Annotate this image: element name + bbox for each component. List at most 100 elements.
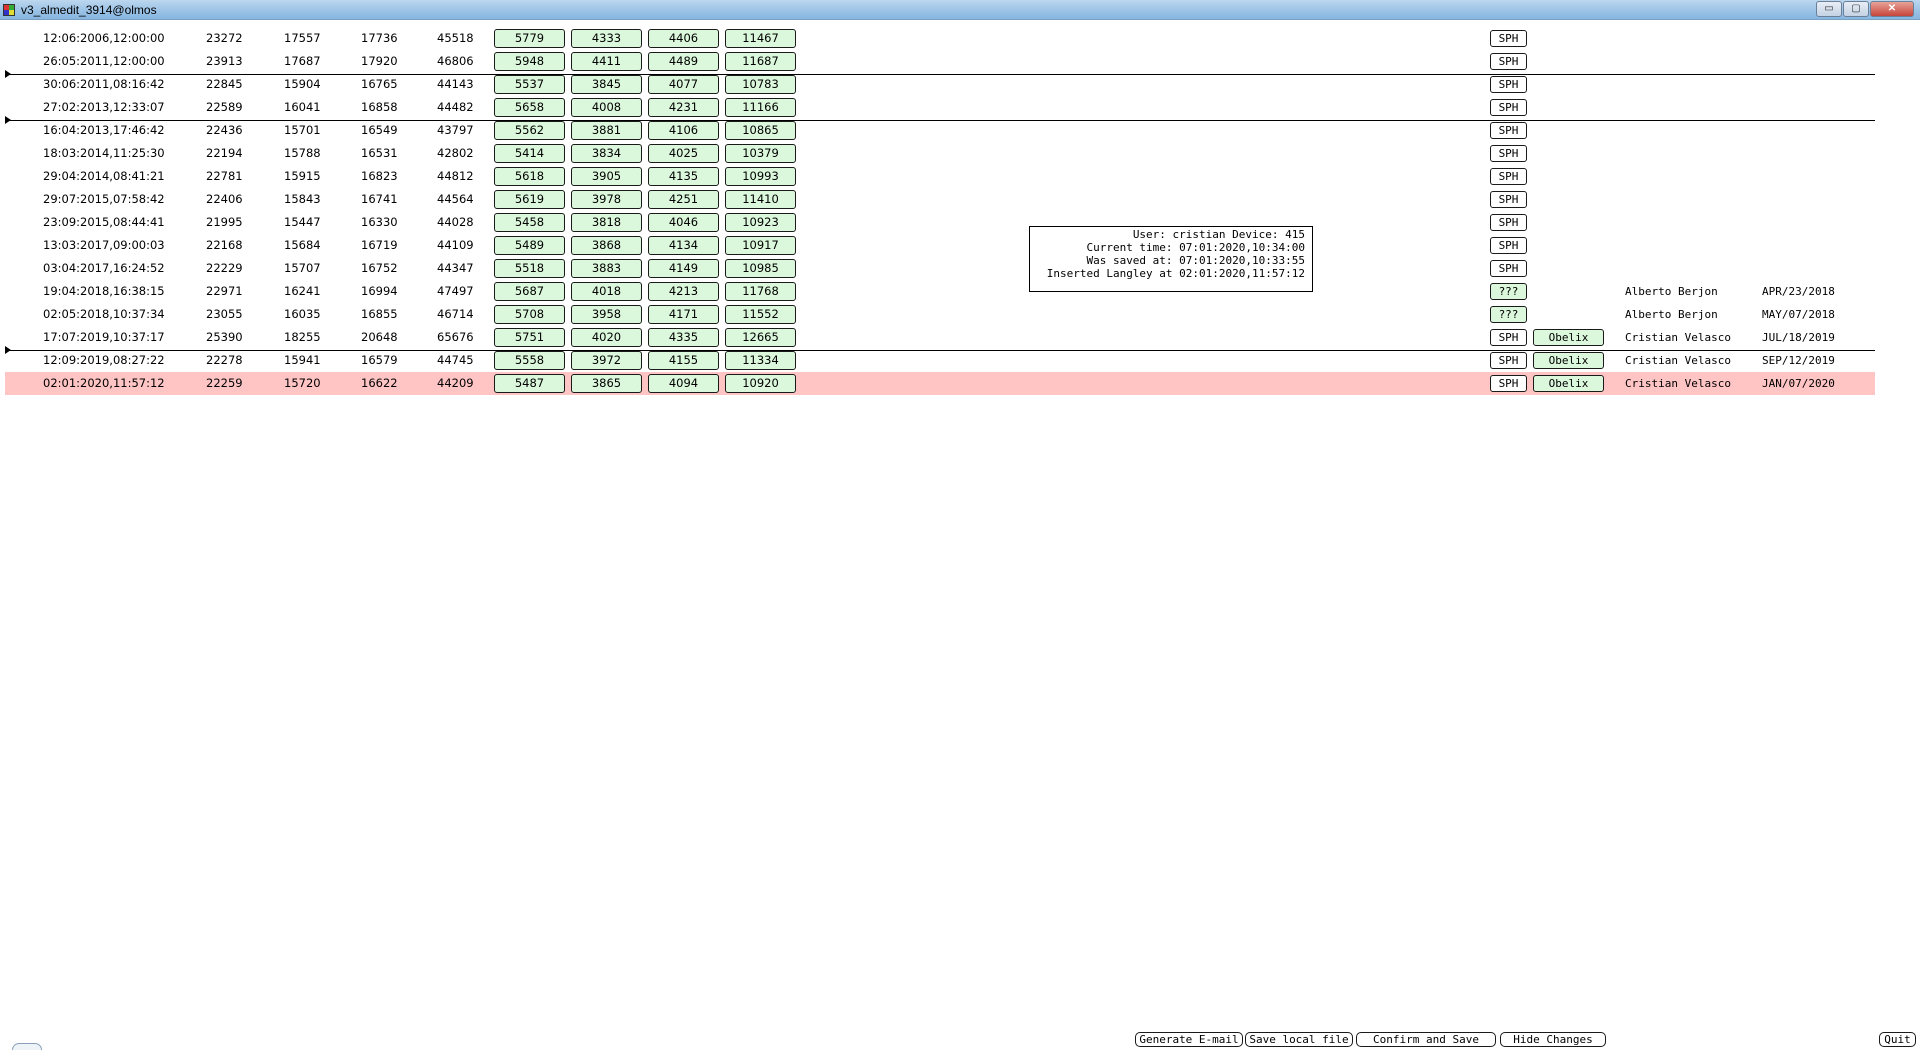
row-editable-value-2[interactable]: 3818 [571, 213, 642, 232]
row-editable-value-3[interactable]: 4046 [648, 213, 719, 232]
row-editable-value-4[interactable]: 11334 [725, 351, 796, 370]
row-type-button[interactable]: SPH [1490, 260, 1527, 277]
row-editable-value-1[interactable]: 5489 [494, 236, 565, 255]
row-editable-value-2[interactable]: 3978 [571, 190, 642, 209]
row-editable-value-2[interactable]: 3972 [571, 351, 642, 370]
row-obelix-button[interactable]: Obelix [1533, 375, 1604, 392]
row-type-button[interactable]: SPH [1490, 329, 1527, 346]
row-editable-value-1[interactable]: 5751 [494, 328, 565, 347]
row-editable-value-2[interactable]: 3865 [571, 374, 642, 393]
row-editable-value-1[interactable]: 5518 [494, 259, 565, 278]
row-editable-value-1[interactable]: 5687 [494, 282, 565, 301]
row-type-button[interactable]: SPH [1490, 191, 1527, 208]
row-editable-value-1[interactable]: 5658 [494, 98, 565, 117]
row-timestamp: 16:04:2013,17:46:42 [43, 123, 165, 137]
row-editable-value-3[interactable]: 4025 [648, 144, 719, 163]
maximize-button[interactable]: ▢ [1843, 1, 1869, 17]
row-type-button[interactable]: SPH [1490, 122, 1527, 139]
row-editable-value-1[interactable]: 5618 [494, 167, 565, 186]
row-editable-value-3[interactable]: 4149 [648, 259, 719, 278]
row-editable-value-3[interactable]: 4251 [648, 190, 719, 209]
row-obelix-button[interactable]: Obelix [1533, 352, 1604, 369]
generate-email-button[interactable]: Generate E-mail [1135, 1032, 1243, 1047]
row-type-button[interactable]: SPH [1490, 214, 1527, 231]
row-editable-value-3[interactable]: 4231 [648, 98, 719, 117]
row-editable-value-1[interactable]: 5619 [494, 190, 565, 209]
row-obelix-button[interactable]: Obelix [1533, 329, 1604, 346]
row-editable-value-3[interactable]: 4171 [648, 305, 719, 324]
row-editable-value-1[interactable]: 5487 [494, 374, 565, 393]
row-type-button[interactable]: SPH [1490, 99, 1527, 116]
row-editable-value-4[interactable]: 10993 [725, 167, 796, 186]
row-editable-value-3[interactable]: 4134 [648, 236, 719, 255]
row-editable-value-4[interactable]: 10783 [725, 75, 796, 94]
table-row: 02:01:2020,11:57:12 22259 15720 16622 44209 5… [5, 372, 1875, 395]
row-editable-value-4[interactable]: 10985 [725, 259, 796, 278]
row-value-4: 44209 [437, 376, 474, 390]
row-editable-value-2[interactable]: 4008 [571, 98, 642, 117]
row-type-button[interactable]: SPH [1490, 168, 1527, 185]
row-editable-value-3[interactable]: 4489 [648, 52, 719, 71]
row-editable-value-3[interactable]: 4155 [648, 351, 719, 370]
row-editable-value-4[interactable]: 10923 [725, 213, 796, 232]
save-local-file-button[interactable]: Save local file [1245, 1032, 1353, 1047]
row-editable-value-3[interactable]: 4213 [648, 282, 719, 301]
row-editable-value-2[interactable]: 3881 [571, 121, 642, 140]
row-editable-value-3[interactable]: 4406 [648, 29, 719, 48]
row-editable-value-1[interactable]: 5708 [494, 305, 565, 324]
row-editable-value-4[interactable]: 10865 [725, 121, 796, 140]
row-editable-value-4[interactable]: 10379 [725, 144, 796, 163]
row-editable-value-3[interactable]: 4135 [648, 167, 719, 186]
row-editable-value-2[interactable]: 3868 [571, 236, 642, 255]
row-editable-value-4[interactable]: 11552 [725, 305, 796, 324]
row-editable-value-4[interactable]: 11768 [725, 282, 796, 301]
row-type-button[interactable]: ??? [1490, 306, 1527, 323]
row-editable-value-1[interactable]: 5562 [494, 121, 565, 140]
row-user: Cristian Velasco [1625, 331, 1731, 344]
hide-changes-button[interactable]: Hide Changes [1500, 1032, 1606, 1047]
row-editable-value-1[interactable]: 5414 [494, 144, 565, 163]
row-type-button[interactable]: SPH [1490, 352, 1527, 369]
row-type-button[interactable]: SPH [1490, 53, 1527, 70]
taskbar-start-orb[interactable] [12, 1043, 42, 1050]
row-editable-value-1[interactable]: 5779 [494, 29, 565, 48]
row-editable-value-2[interactable]: 3905 [571, 167, 642, 186]
quit-button[interactable]: Quit [1879, 1032, 1916, 1047]
row-editable-value-3[interactable]: 4106 [648, 121, 719, 140]
confirm-and-save-button[interactable]: Confirm and Save [1356, 1032, 1496, 1047]
row-type-button[interactable]: SPH [1490, 76, 1527, 93]
row-editable-value-2[interactable]: 4411 [571, 52, 642, 71]
row-type-button[interactable]: SPH [1490, 145, 1527, 162]
row-editable-value-2[interactable]: 4018 [571, 282, 642, 301]
row-editable-value-4[interactable]: 10917 [725, 236, 796, 255]
row-type-button[interactable]: SPH [1490, 30, 1527, 47]
row-editable-value-1[interactable]: 5558 [494, 351, 565, 370]
row-editable-value-4[interactable]: 11410 [725, 190, 796, 209]
row-editable-value-2[interactable]: 4333 [571, 29, 642, 48]
row-editable-value-4[interactable]: 11467 [725, 29, 796, 48]
row-editable-value-2[interactable]: 3958 [571, 305, 642, 324]
row-editable-value-4[interactable]: 11166 [725, 98, 796, 117]
row-editable-value-3[interactable]: 4077 [648, 75, 719, 94]
row-type-button[interactable]: SPH [1490, 375, 1527, 392]
row-editable-value-4[interactable]: 12665 [725, 328, 796, 347]
row-editable-value-2[interactable]: 4020 [571, 328, 642, 347]
row-value-1: 22194 [206, 146, 243, 160]
minimize-button[interactable]: ▭ [1816, 1, 1842, 17]
row-value-4: 45518 [437, 31, 474, 45]
row-type-button[interactable]: SPH [1490, 237, 1527, 254]
row-user-date: SEP/12/2019 [1762, 354, 1835, 367]
row-editable-value-4[interactable]: 10920 [725, 374, 796, 393]
row-editable-value-4[interactable]: 11687 [725, 52, 796, 71]
row-editable-value-1[interactable]: 5537 [494, 75, 565, 94]
row-editable-value-1[interactable]: 5948 [494, 52, 565, 71]
row-editable-value-3[interactable]: 4094 [648, 374, 719, 393]
row-editable-value-1[interactable]: 5458 [494, 213, 565, 232]
row-editable-value-3[interactable]: 4335 [648, 328, 719, 347]
row-editable-value-2[interactable]: 3845 [571, 75, 642, 94]
row-editable-value-2[interactable]: 3883 [571, 259, 642, 278]
close-button[interactable]: ✕ [1870, 1, 1914, 17]
group-separator-arrow [5, 346, 11, 354]
row-editable-value-2[interactable]: 3834 [571, 144, 642, 163]
row-type-button[interactable]: ??? [1490, 283, 1527, 300]
